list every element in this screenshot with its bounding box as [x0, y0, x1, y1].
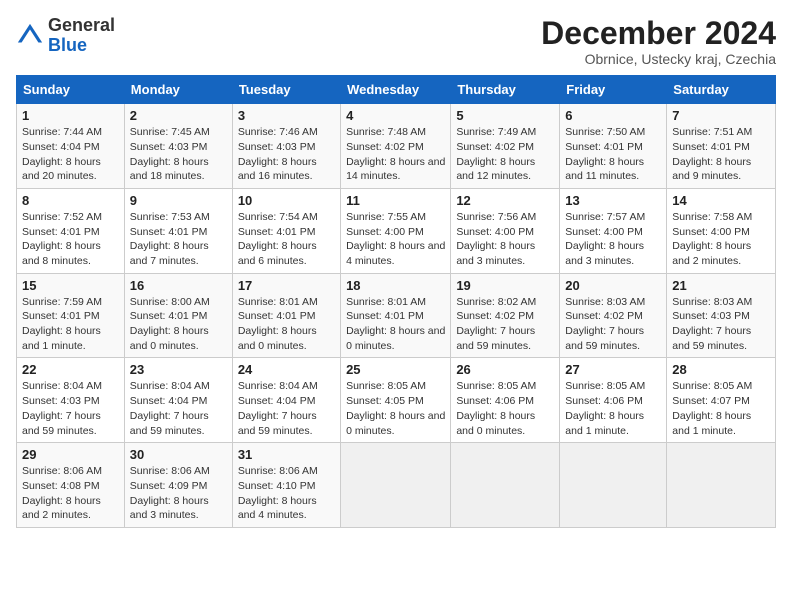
calendar-day-empty	[451, 443, 560, 528]
page-header: General Blue December 2024 Obrnice, Uste…	[16, 16, 776, 67]
calendar-day-23: 23Sunrise: 8:04 AMSunset: 4:04 PMDayligh…	[124, 358, 232, 443]
calendar-day-19: 19Sunrise: 8:02 AMSunset: 4:02 PMDayligh…	[451, 273, 560, 358]
calendar-day-8: 8Sunrise: 7:52 AMSunset: 4:01 PMDaylight…	[17, 188, 125, 273]
weekday-header-thursday: Thursday	[451, 76, 560, 104]
month-title: December 2024	[541, 16, 776, 51]
calendar-day-15: 15Sunrise: 7:59 AMSunset: 4:01 PMDayligh…	[17, 273, 125, 358]
calendar-week-4: 22Sunrise: 8:04 AMSunset: 4:03 PMDayligh…	[17, 358, 776, 443]
calendar-day-21: 21Sunrise: 8:03 AMSunset: 4:03 PMDayligh…	[667, 273, 776, 358]
weekday-header-sunday: Sunday	[17, 76, 125, 104]
calendar-day-1: 1Sunrise: 7:44 AMSunset: 4:04 PMDaylight…	[17, 104, 125, 189]
weekday-header-wednesday: Wednesday	[341, 76, 451, 104]
calendar-day-12: 12Sunrise: 7:56 AMSunset: 4:00 PMDayligh…	[451, 188, 560, 273]
logo-blue: Blue	[48, 35, 87, 55]
calendar-day-empty	[560, 443, 667, 528]
calendar-day-25: 25Sunrise: 8:05 AMSunset: 4:05 PMDayligh…	[341, 358, 451, 443]
location-title: Obrnice, Ustecky kraj, Czechia	[541, 51, 776, 67]
calendar-day-13: 13Sunrise: 7:57 AMSunset: 4:00 PMDayligh…	[560, 188, 667, 273]
calendar-day-20: 20Sunrise: 8:03 AMSunset: 4:02 PMDayligh…	[560, 273, 667, 358]
calendar-day-27: 27Sunrise: 8:05 AMSunset: 4:06 PMDayligh…	[560, 358, 667, 443]
weekday-header-monday: Monday	[124, 76, 232, 104]
calendar-day-14: 14Sunrise: 7:58 AMSunset: 4:00 PMDayligh…	[667, 188, 776, 273]
logo-text: General Blue	[48, 16, 115, 56]
weekday-header-friday: Friday	[560, 76, 667, 104]
calendar-week-5: 29Sunrise: 8:06 AMSunset: 4:08 PMDayligh…	[17, 443, 776, 528]
calendar-day-26: 26Sunrise: 8:05 AMSunset: 4:06 PMDayligh…	[451, 358, 560, 443]
calendar-day-29: 29Sunrise: 8:06 AMSunset: 4:08 PMDayligh…	[17, 443, 125, 528]
logo-icon	[16, 22, 44, 50]
calendar-day-6: 6Sunrise: 7:50 AMSunset: 4:01 PMDaylight…	[560, 104, 667, 189]
calendar-day-10: 10Sunrise: 7:54 AMSunset: 4:01 PMDayligh…	[232, 188, 340, 273]
weekday-header-row: SundayMondayTuesdayWednesdayThursdayFrid…	[17, 76, 776, 104]
weekday-header-saturday: Saturday	[667, 76, 776, 104]
calendar-table: SundayMondayTuesdayWednesdayThursdayFrid…	[16, 75, 776, 528]
calendar-day-empty	[341, 443, 451, 528]
calendar-day-31: 31Sunrise: 8:06 AMSunset: 4:10 PMDayligh…	[232, 443, 340, 528]
calendar-day-11: 11Sunrise: 7:55 AMSunset: 4:00 PMDayligh…	[341, 188, 451, 273]
calendar-week-2: 8Sunrise: 7:52 AMSunset: 4:01 PMDaylight…	[17, 188, 776, 273]
calendar-day-5: 5Sunrise: 7:49 AMSunset: 4:02 PMDaylight…	[451, 104, 560, 189]
calendar-day-22: 22Sunrise: 8:04 AMSunset: 4:03 PMDayligh…	[17, 358, 125, 443]
calendar-week-1: 1Sunrise: 7:44 AMSunset: 4:04 PMDaylight…	[17, 104, 776, 189]
calendar-day-18: 18Sunrise: 8:01 AMSunset: 4:01 PMDayligh…	[341, 273, 451, 358]
calendar-day-28: 28Sunrise: 8:05 AMSunset: 4:07 PMDayligh…	[667, 358, 776, 443]
logo-general: General	[48, 15, 115, 35]
calendar-day-24: 24Sunrise: 8:04 AMSunset: 4:04 PMDayligh…	[232, 358, 340, 443]
calendar-day-4: 4Sunrise: 7:48 AMSunset: 4:02 PMDaylight…	[341, 104, 451, 189]
calendar-day-7: 7Sunrise: 7:51 AMSunset: 4:01 PMDaylight…	[667, 104, 776, 189]
calendar-day-empty	[667, 443, 776, 528]
weekday-header-tuesday: Tuesday	[232, 76, 340, 104]
title-area: December 2024 Obrnice, Ustecky kraj, Cze…	[541, 16, 776, 67]
calendar-day-2: 2Sunrise: 7:45 AMSunset: 4:03 PMDaylight…	[124, 104, 232, 189]
calendar-day-30: 30Sunrise: 8:06 AMSunset: 4:09 PMDayligh…	[124, 443, 232, 528]
calendar-day-3: 3Sunrise: 7:46 AMSunset: 4:03 PMDaylight…	[232, 104, 340, 189]
calendar-day-17: 17Sunrise: 8:01 AMSunset: 4:01 PMDayligh…	[232, 273, 340, 358]
calendar-day-9: 9Sunrise: 7:53 AMSunset: 4:01 PMDaylight…	[124, 188, 232, 273]
logo: General Blue	[16, 16, 115, 56]
calendar-week-3: 15Sunrise: 7:59 AMSunset: 4:01 PMDayligh…	[17, 273, 776, 358]
calendar-day-16: 16Sunrise: 8:00 AMSunset: 4:01 PMDayligh…	[124, 273, 232, 358]
